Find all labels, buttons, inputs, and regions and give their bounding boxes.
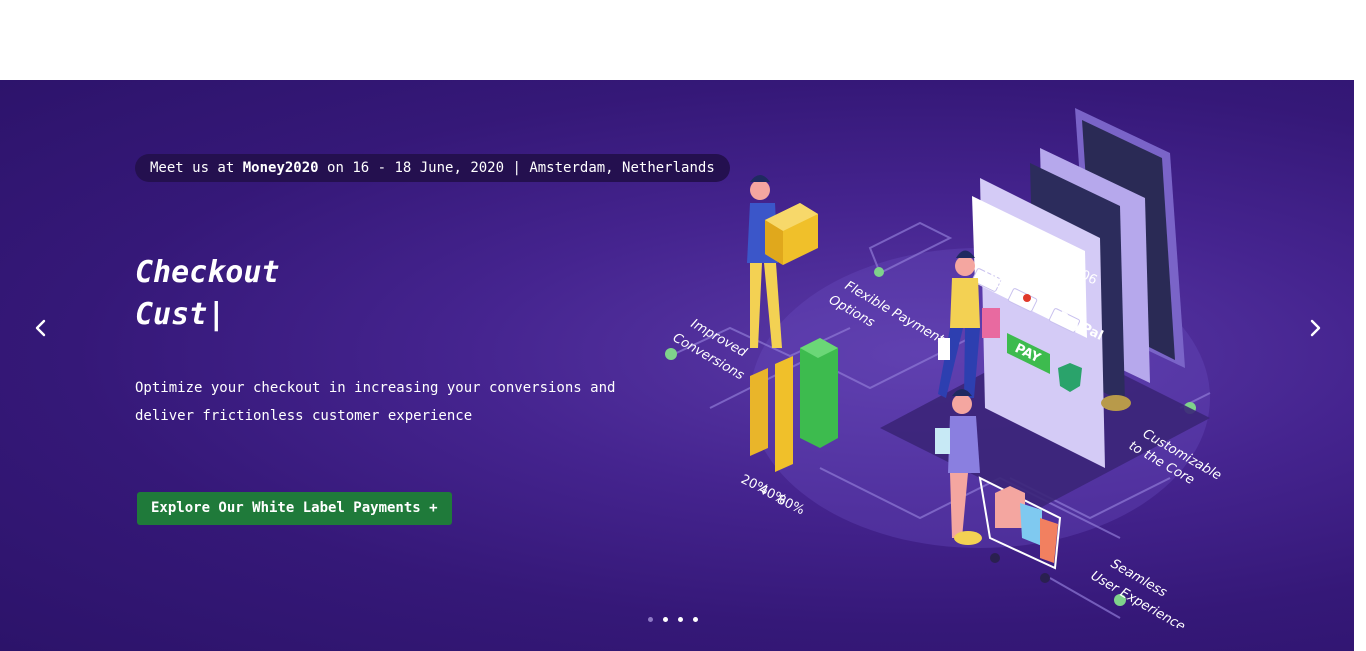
headline-line-1: Checkout: [135, 255, 280, 290]
explore-white-label-button[interactable]: Explore Our White Label Payments +: [137, 492, 452, 525]
circuit-node: [665, 348, 677, 360]
bar-label: 80%: [774, 492, 807, 518]
event-name: Money2020: [242, 160, 319, 176]
hero-description: Optimize your checkout in increasing you…: [135, 380, 616, 424]
event-banner[interactable]: Meet us at Money2020 on 16 - 18 June, 20…: [135, 154, 730, 182]
mastercard-logo: [1023, 294, 1031, 302]
checkout-illustration: YOURLOGO € 49.06 VISA PayPal PAY 20% 40%…: [665, 108, 1224, 628]
top-navbar: [0, 0, 1366, 80]
hero-carousel: Meet us at Money2020 on 16 - 18 June, 20…: [0, 80, 1354, 651]
event-prefix: Meet us at: [150, 160, 235, 176]
coin: [1101, 395, 1131, 411]
circuit-node: [874, 267, 884, 277]
hero-headline: Checkout Cust|: [135, 252, 280, 336]
chevron-right-icon[interactable]: [1303, 316, 1327, 340]
page-scrollbar[interactable]: [1354, 80, 1366, 651]
headline-line-2: Cust|: [135, 297, 226, 332]
chevron-left-icon[interactable]: [29, 316, 53, 340]
